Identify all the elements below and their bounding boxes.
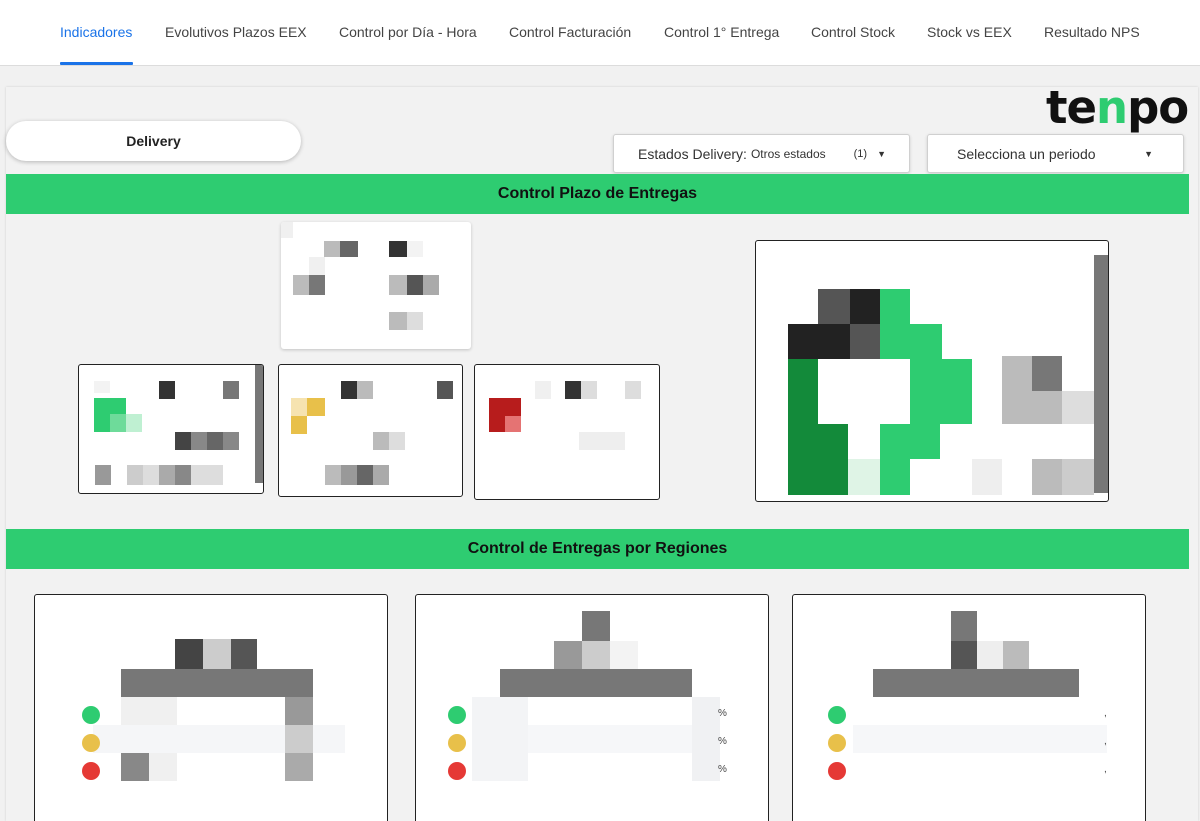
- region-card-2: % % %: [415, 594, 769, 821]
- percent-label-red: ,: [1104, 764, 1107, 775]
- tab-indicadores[interactable]: Indicadores: [60, 24, 132, 40]
- tab-resultado-nps[interactable]: Resultado NPS: [1044, 24, 1140, 40]
- status-dot-red-icon: [82, 762, 100, 780]
- active-tab-indicator: [60, 62, 133, 65]
- kpi-card-green: [78, 364, 264, 494]
- section-header-plazo: Control Plazo de Entregas: [6, 174, 1189, 214]
- delivery-segment-label: Delivery: [126, 133, 181, 149]
- tab-stock-vs-eex[interactable]: Stock vs EEX: [927, 24, 1012, 40]
- percent-label-green: %: [718, 708, 727, 719]
- kpi-card-yellow: [278, 364, 463, 497]
- tab-evolutivos-plazos-eex[interactable]: Evolutivos Plazos EEX: [165, 24, 307, 40]
- section-header-regiones: Control de Entregas por Regiones: [6, 529, 1189, 569]
- period-filter-label: Selecciona un periodo: [957, 145, 1096, 162]
- delivery-segment-button[interactable]: Delivery: [6, 121, 301, 161]
- status-dot-yellow-icon: [828, 734, 846, 752]
- status-filter-count: (1): [853, 147, 868, 160]
- region-card-1: [34, 594, 388, 821]
- status-dot-green-icon: [448, 706, 466, 724]
- percent-label-red: %: [718, 764, 727, 775]
- status-dot-green-icon: [82, 706, 100, 724]
- tab-control-stock[interactable]: Control Stock: [811, 24, 895, 40]
- kpi-card-red: [474, 364, 660, 500]
- chevron-down-icon: ▼: [1144, 148, 1153, 159]
- percent-label-yellow: %: [718, 736, 727, 747]
- status-filter-dropdown[interactable]: Estados Delivery: Otros estados (1) ▼: [613, 134, 910, 173]
- status-dot-red-icon: [828, 762, 846, 780]
- tab-control-por-dia-hora[interactable]: Control por Día - Hora: [339, 24, 477, 40]
- status-dot-green-icon: [828, 706, 846, 724]
- status-dot-yellow-icon: [82, 734, 100, 752]
- tab-control-1-entrega[interactable]: Control 1° Entrega: [664, 24, 779, 40]
- status-dot-yellow-icon: [448, 734, 466, 752]
- status-filter-label: Estados Delivery:: [638, 145, 747, 162]
- top-navigation: Indicadores Evolutivos Plazos EEX Contro…: [0, 0, 1200, 66]
- tenpo-logo: tenpo: [1046, 81, 1189, 134]
- status-filter-value: Otros estados: [750, 146, 826, 161]
- status-dot-red-icon: [448, 762, 466, 780]
- period-filter-dropdown[interactable]: Selecciona un periodo ▼: [927, 134, 1184, 173]
- percent-label-yellow: ,: [1104, 736, 1107, 747]
- kpi-card-top: [281, 222, 471, 349]
- kpi-card-large: [755, 240, 1109, 502]
- chevron-down-icon: ▼: [877, 148, 887, 159]
- percent-label-green: ,: [1104, 708, 1107, 719]
- region-card-3: , , ,: [792, 594, 1146, 821]
- tab-control-facturacion[interactable]: Control Facturación: [509, 24, 631, 40]
